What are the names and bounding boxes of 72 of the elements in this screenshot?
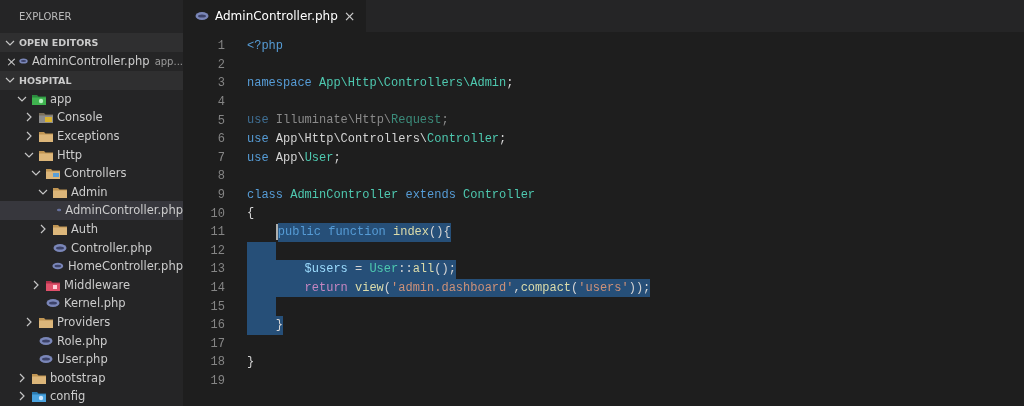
line-number: 13: [209, 262, 225, 277]
code-line: use App\Http\Controllers\Controller;: [247, 130, 507, 148]
folder-icon: [53, 223, 67, 236]
console-folder-icon: [39, 111, 53, 124]
line-number: 4: [216, 95, 225, 110]
line-number: 6: [216, 132, 225, 147]
line-number: 9: [216, 188, 225, 203]
project-header[interactable]: HOSPITAL: [0, 70, 183, 90]
line-number: 7: [216, 150, 225, 165]
folder-item[interactable]: Http: [0, 145, 183, 164]
code-line: use Illuminate\Http\Request;: [247, 112, 449, 130]
folder-icon: [32, 371, 46, 384]
line-number: 16: [209, 318, 225, 333]
open-editor-item[interactable]: × AdminController.php app...: [0, 52, 183, 71]
code-line: class AdminController extends Controller: [247, 186, 536, 204]
line-number: 3: [216, 76, 225, 91]
php-file-icon: [46, 298, 60, 309]
line-number: 8: [216, 169, 225, 184]
explorer-title: EXPLORER: [18, 10, 73, 24]
file-item[interactable]: User.php: [0, 349, 183, 369]
file-item[interactable]: AdminController.php: [0, 201, 183, 220]
php-file-icon: [53, 242, 67, 253]
code-line: return view('admin.dashboard',compact('users'));: [304, 279, 651, 297]
file-item[interactable]: Kernel.php: [0, 294, 183, 313]
open-editors-header[interactable]: OPEN EDITORS: [0, 33, 183, 52]
folder-item[interactable]: Console: [0, 108, 183, 127]
php-file-icon: [195, 11, 209, 21]
line-number: 17: [209, 336, 225, 351]
folder-item[interactable]: Exceptions: [0, 126, 183, 146]
folder-icon: [39, 130, 53, 143]
code-line: public function index(){: [277, 223, 451, 241]
folder-icon: [39, 148, 53, 161]
line-number: 18: [209, 355, 225, 370]
line-number: 12: [209, 243, 225, 258]
file-item[interactable]: Role.php: [0, 331, 183, 350]
php-file-icon: [18, 56, 28, 67]
folder-icon: [39, 316, 53, 328]
code-line: use App\User;: [247, 149, 341, 167]
file-item[interactable]: HomeController.php: [0, 256, 183, 276]
editor-tab[interactable]: AdminController.php ×: [183, 0, 366, 32]
folder-item[interactable]: Providers: [0, 312, 183, 332]
line-number: 2: [216, 57, 225, 72]
folder-item[interactable]: Controllers: [0, 163, 183, 183]
folder-item[interactable]: Admin: [0, 182, 183, 202]
code-line: <?php: [247, 38, 283, 55]
file-item[interactable]: Controller.php: [0, 238, 183, 257]
line-number: 5: [216, 113, 225, 128]
folder-item[interactable]: app: [0, 89, 183, 109]
folder-icon: [53, 185, 67, 198]
line-number: 11: [209, 225, 225, 240]
line-number: 10: [209, 206, 225, 221]
code-line: {: [247, 205, 255, 223]
folder-item[interactable]: Auth: [0, 219, 183, 239]
folder-item[interactable]: config: [0, 387, 183, 406]
middleware-folder-icon: [46, 278, 60, 291]
php-file-icon: [52, 261, 64, 272]
code-line: }: [247, 354, 255, 372]
app-folder-icon: [32, 92, 46, 105]
line-number: 1: [216, 39, 225, 54]
php-file-icon: [39, 354, 53, 365]
folder-item[interactable]: Middleware: [0, 275, 183, 295]
code-line: namespace App\Http\Controllers\Admin;: [247, 75, 514, 93]
code-line: $users = User::all();: [304, 261, 456, 279]
code-line: }: [275, 316, 283, 334]
line-number: 14: [209, 281, 225, 295]
controllers-folder-icon: [46, 167, 60, 180]
folder-item[interactable]: bootstrap: [0, 368, 183, 388]
php-file-icon: [39, 335, 53, 346]
text-cursor: [275, 224, 278, 241]
line-number: 15: [209, 299, 225, 314]
line-number: 19: [209, 374, 225, 388]
config-folder-icon: [32, 390, 46, 403]
